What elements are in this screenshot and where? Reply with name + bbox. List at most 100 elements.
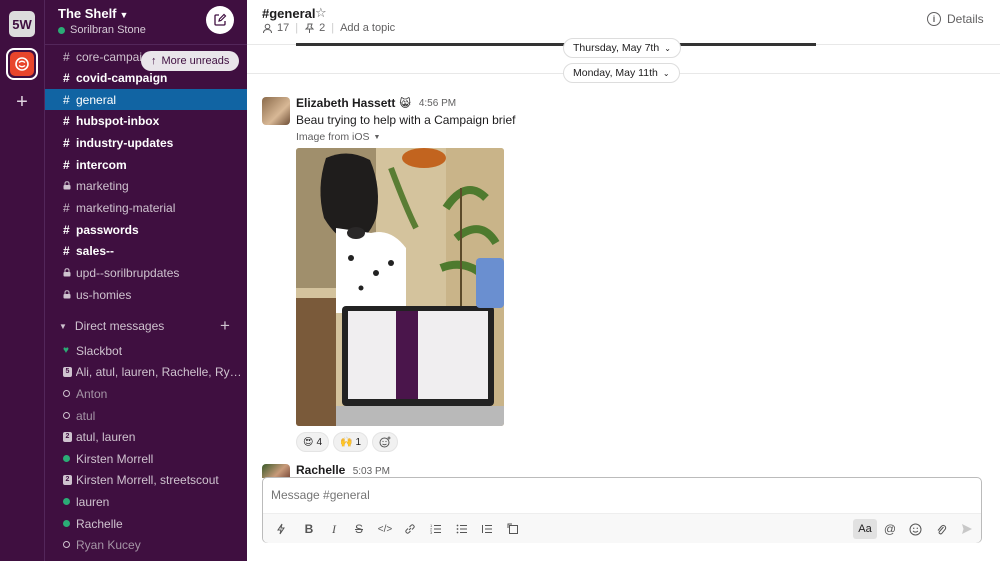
reaction-raised-hands[interactable]: 🙌 1	[333, 432, 369, 452]
add-dm-icon[interactable]: +	[217, 316, 233, 336]
message-timestamp[interactable]: 4:56 PM	[419, 98, 456, 109]
pin-icon[interactable]	[304, 23, 315, 34]
attachment-icon[interactable]	[931, 519, 951, 539]
group-count-icon: 5	[63, 366, 76, 377]
message-composer: B I S </> 123 Aa @	[262, 477, 982, 543]
link-icon[interactable]	[400, 519, 420, 539]
sidebar-item-label: us-homies	[76, 287, 132, 302]
caret-down-icon: ▼	[59, 321, 67, 331]
sidebar-item-label: passwords	[76, 222, 139, 237]
dm-item-lauren[interactable]: lauren	[45, 491, 247, 512]
lock-icon	[63, 181, 76, 190]
dm-item-label: lauren	[76, 494, 110, 509]
sidebar-item-industry-updates[interactable]: # industry-updates	[45, 132, 247, 153]
heart-icon: ♥	[63, 345, 69, 356]
dm-item-kirsten-morrell[interactable]: Kirsten Morrell	[45, 448, 247, 469]
formatting-toolbar: B I S </> 123 Aa @	[263, 513, 981, 543]
group-count-icon: 2	[63, 474, 76, 485]
sidebar-item-label: sales--	[76, 243, 115, 258]
bold-icon[interactable]: B	[299, 519, 319, 539]
date-divider-thursday[interactable]: Thursday, May 7th ⌄	[563, 38, 681, 58]
code-icon[interactable]: </>	[375, 519, 395, 539]
dm-item-label: Ryan Kucey	[76, 537, 141, 552]
message-input[interactable]	[271, 488, 971, 502]
message-timestamp[interactable]: 5:03 PM	[353, 466, 390, 477]
star-icon[interactable]: ☆	[315, 5, 327, 21]
image-label[interactable]: Image from iOS ▼	[296, 131, 380, 143]
strikethrough-icon[interactable]: S	[349, 519, 369, 539]
emoji-icon[interactable]	[905, 519, 925, 539]
dm-item-label: atul, lauren	[76, 429, 136, 444]
app-icon[interactable]	[6, 48, 38, 80]
avatar[interactable]	[262, 464, 290, 478]
sidebar-item-general[interactable]: # general	[45, 89, 247, 110]
caret-down-icon: ▼	[373, 133, 381, 141]
more-unreads-button[interactable]: ↑ More unreads	[141, 51, 240, 71]
sidebar-item-passwords[interactable]: # passwords	[45, 219, 247, 240]
hash-icon: #	[63, 243, 70, 258]
channel-meta: 17 | 2 | Add a topic	[262, 22, 395, 34]
message-author[interactable]: Rachelle 5:03 PM	[296, 463, 390, 477]
sidebar-item-marketing-material[interactable]: # marketing-material	[45, 197, 247, 218]
sidebar-item-label: general	[76, 92, 117, 107]
team-header[interactable]: The Shelf ▼ Sorilbran Stone	[45, 0, 247, 45]
sidebar-item-upd-sorilbrupdates[interactable]: upd--sorilbrupdates	[45, 262, 247, 283]
dm-item-ryan-kucey[interactable]: Ryan Kucey	[45, 534, 247, 555]
dm-item-atul-lauren[interactable]: 2 atul, lauren	[45, 426, 247, 447]
arrow-up-icon: ↑	[151, 55, 157, 67]
dm-item-ali-atul-lauren-rachelle-ryan[interactable]: 5 Ali, atul, lauren, Rachelle, Ryan...	[45, 361, 247, 382]
presence-active-icon	[63, 455, 76, 462]
info-icon: i	[927, 12, 941, 26]
sidebar-item-marketing[interactable]: marketing	[45, 175, 247, 196]
dm-item-atul[interactable]: atul	[45, 405, 247, 426]
presence-away-icon	[63, 541, 76, 548]
workspace-switcher[interactable]: 5W	[9, 11, 35, 37]
dm-item-kirsten-morrell-streetscout[interactable]: 2 Kirsten Morrell, streetscout	[45, 469, 247, 490]
hash-icon: #	[63, 92, 70, 107]
dm-item-label: Ali, atul, lauren, Rachelle, Ryan...	[75, 364, 247, 379]
presence-active-icon	[63, 498, 76, 505]
message-author[interactable]: Elizabeth Hassett 😸 4:56 PM	[296, 96, 456, 110]
sidebar-item-hubspot-inbox[interactable]: # hubspot-inbox	[45, 110, 247, 131]
bulleted-list-icon[interactable]	[452, 519, 472, 539]
dm-item-rachelle[interactable]: Rachelle	[45, 513, 247, 534]
format-toggle-button[interactable]: Aa	[853, 519, 877, 539]
team-name[interactable]: The Shelf ▼	[58, 6, 128, 21]
sidebar-item-intercom[interactable]: # intercom	[45, 154, 247, 175]
dm-item-label: atul	[76, 408, 96, 423]
shortcuts-bolt-icon[interactable]	[271, 519, 291, 539]
sidebar-item-sales[interactable]: # sales--	[45, 240, 247, 261]
reaction-heart-eyes[interactable]: 😍 4	[296, 432, 329, 452]
hash-icon: #	[63, 222, 70, 237]
mention-icon[interactable]: @	[880, 519, 900, 539]
chevron-down-icon: ⌄	[664, 43, 671, 53]
sidebar-item-label: covid-campaign	[76, 70, 168, 85]
dm-item-label: Rachelle	[76, 516, 123, 531]
pin-count[interactable]: 2	[319, 22, 325, 34]
add-reaction-button[interactable]	[372, 432, 399, 452]
dm-item-slackbot[interactable]: ♥ Slackbot	[45, 340, 247, 361]
date-divider-monday[interactable]: Monday, May 11th ⌄	[563, 63, 680, 83]
avatar[interactable]	[262, 97, 290, 125]
details-button[interactable]: i Details	[927, 12, 984, 26]
channel-title[interactable]: #general	[262, 6, 315, 21]
chevron-down-icon: ⌄	[662, 68, 670, 78]
code-block-icon[interactable]	[503, 519, 523, 539]
blockquote-icon[interactable]	[477, 519, 497, 539]
ordered-list-icon[interactable]: 123	[426, 519, 446, 539]
attached-photo[interactable]	[296, 148, 504, 426]
sidebar-item-label: intercom	[76, 157, 127, 172]
hash-icon: #	[63, 135, 70, 150]
italic-icon[interactable]: I	[324, 519, 344, 539]
dm-item-anton[interactable]: Anton	[45, 383, 247, 404]
add-workspace-icon[interactable]: +	[12, 91, 32, 113]
sidebar-item-label: upd--sorilbrupdates	[76, 265, 180, 280]
add-topic-link[interactable]: Add a topic	[340, 22, 395, 34]
member-count[interactable]: 17	[277, 22, 289, 34]
reactions-bar: 😍 4 🙌 1	[296, 432, 399, 452]
send-icon[interactable]	[957, 519, 977, 539]
compose-button[interactable]	[206, 6, 234, 34]
hash-icon: #	[63, 49, 70, 64]
sidebar-item-us-homies[interactable]: us-homies	[45, 284, 247, 305]
members-icon[interactable]	[262, 23, 273, 34]
